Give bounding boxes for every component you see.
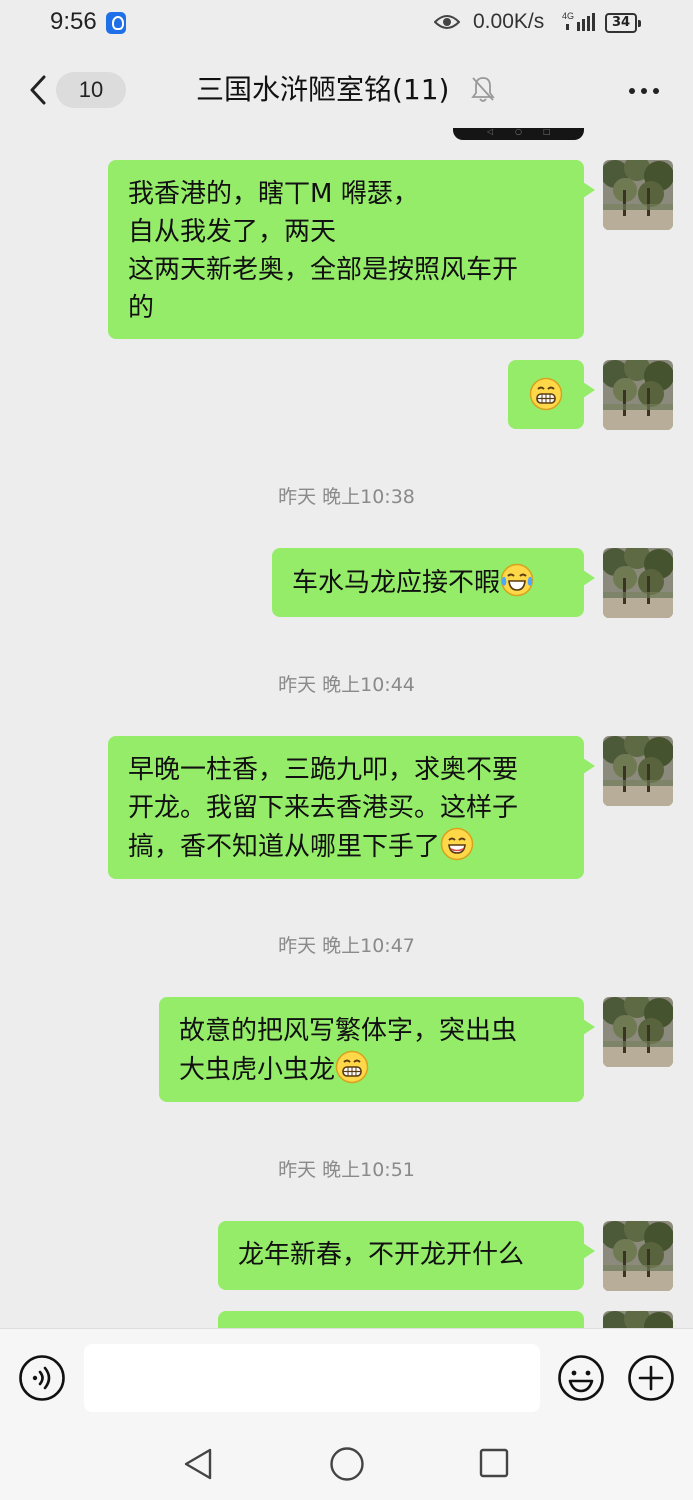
unread-count-badge: 10 [56, 72, 126, 108]
more-options-button[interactable] [622, 72, 666, 108]
back-button[interactable]: 10 [22, 72, 126, 108]
message-bubble[interactable] [508, 360, 595, 429]
message-bubble[interactable]: 早晚一柱香，三跪九叩，求奥不要 开龙。我留下来去香港买。这样子 搞，香不知道从哪… [108, 736, 595, 879]
message-input[interactable] [84, 1344, 540, 1412]
more-dot-icon [641, 88, 647, 94]
message-text: 车水马龙应接不暇 [292, 568, 501, 598]
message-text: 的 [128, 293, 155, 323]
avatar[interactable] [603, 1311, 673, 1328]
smile-emoji-icon [440, 827, 474, 861]
voice-input-button[interactable] [18, 1354, 66, 1402]
message-list[interactable]: ◁ ○ □ 我香港的，瞎丅M 嘚瑟， 自从我发了，两天 这两天新老奥，全部是按照风车… [0, 128, 693, 1328]
timestamp: 昨天 晚上10:44 [278, 674, 415, 696]
avatar[interactable] [603, 360, 673, 430]
message-text: 自从我发了，两天 [128, 217, 337, 247]
timestamp: 昨天 晚上10:51 [278, 1159, 415, 1181]
message-text: 故意的把风写繁体字，突出虫 [179, 1016, 518, 1046]
more-dot-icon [629, 88, 635, 94]
message-text: 我香港的，瞎丅M 嘚瑟， [128, 179, 419, 209]
avatar[interactable] [603, 160, 673, 230]
signal-icon: 4G [562, 11, 595, 31]
avatar[interactable] [603, 997, 673, 1067]
chat-title: 三国水浒陋室铭(11) [196, 73, 450, 106]
message-bubble[interactable]: 故意的把风写繁体字，突出虫 大虫虎小虫龙 [159, 997, 595, 1102]
message-bubble[interactable]: 龙年新春，不开龙开什么 [218, 1221, 595, 1290]
message-text: 这两天新老奥，全部是按照风车开 [128, 255, 519, 285]
message-bubble-partial[interactable] [218, 1311, 584, 1328]
message-text: 搞，香不知道从哪里下手了 [128, 832, 441, 862]
chevron-left-icon [30, 75, 46, 105]
signal-label: 4G [562, 11, 574, 21]
mute-bell-icon [471, 77, 495, 102]
grin-emoji-icon [335, 1050, 369, 1084]
grin-emoji-icon [529, 377, 563, 411]
avatar[interactable] [603, 736, 673, 806]
input-bar [0, 1328, 693, 1428]
more-functions-button[interactable] [627, 1354, 675, 1402]
previous-image-preview[interactable]: ◁ ○ □ [453, 128, 584, 140]
emoji-picker-button[interactable] [557, 1354, 605, 1402]
message-bubble[interactable]: 我香港的，瞎丅M 嘚瑟， 自从我发了，两天 这两天新老奥，全部是按照风车开 的 [108, 160, 595, 339]
avatar[interactable] [603, 1221, 673, 1291]
network-speed: 0.00K/s [473, 10, 545, 33]
message-bubble[interactable]: 车水马龙应接不暇 [272, 548, 595, 617]
system-nav-bar [0, 1428, 693, 1500]
message-text: 龙年新春，不开龙开什么 [238, 1240, 525, 1270]
nav-recents-square-icon[interactable] [478, 1447, 510, 1479]
nav-home-circle-icon[interactable] [329, 1446, 365, 1482]
message-text: 大虫虎小虫龙 [179, 1055, 336, 1085]
status-bar: 9:56 0.00K/s 4G 34 [0, 0, 693, 50]
timestamp: 昨天 晚上10:47 [278, 935, 415, 957]
eye-icon [434, 15, 460, 29]
chat-header: 10 三国水浒陋室铭(11) [0, 50, 693, 128]
tears-of-joy-emoji-icon [500, 563, 534, 597]
timestamp: 昨天 晚上10:38 [278, 486, 415, 508]
nav-back-triangle-icon[interactable] [182, 1446, 214, 1482]
more-dot-icon [653, 88, 659, 94]
message-text: 开龙。我留下来去香港买。这样子 [128, 793, 519, 823]
status-time: 9:56 [50, 8, 97, 35]
battery-icon: 34 [605, 13, 641, 33]
notification-bulb-icon [106, 12, 126, 34]
avatar[interactable] [603, 548, 673, 618]
message-text: 早晚一柱香，三跪九叩，求奥不要 [128, 755, 519, 785]
